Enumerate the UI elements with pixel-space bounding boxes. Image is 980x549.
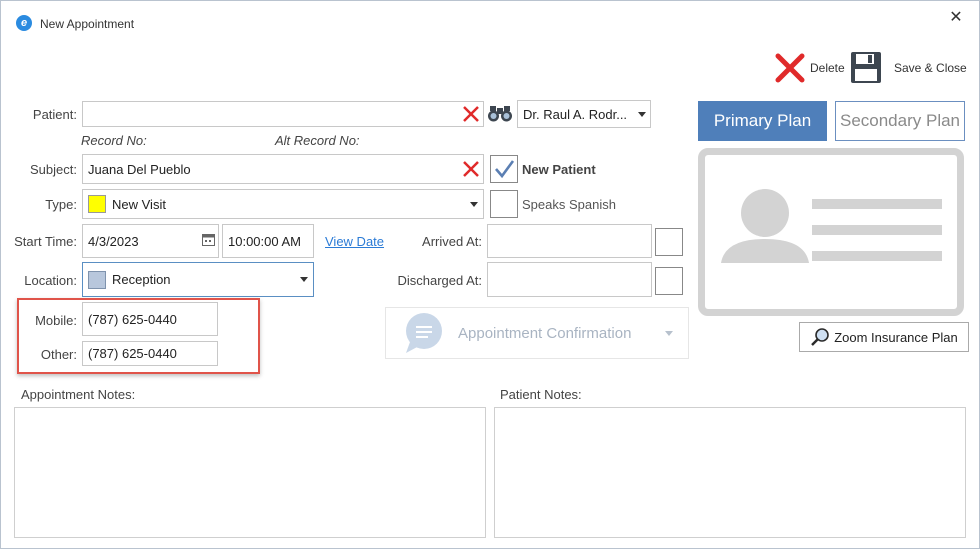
start-date-value: 4/3/2023 bbox=[88, 233, 139, 249]
confirmation-chevron-down-icon bbox=[665, 330, 674, 336]
location-value: Reception bbox=[112, 272, 171, 287]
save-close-button[interactable]: Save & Close bbox=[850, 51, 967, 84]
delete-button[interactable]: Delete bbox=[774, 52, 845, 84]
arrived-at-label: Arrived At: bbox=[422, 234, 482, 249]
discharged-at-label: Discharged At: bbox=[397, 273, 482, 288]
zoom-insurance-plan-button[interactable]: Zoom Insurance Plan bbox=[799, 322, 969, 352]
discharged-at-checkbox[interactable] bbox=[655, 267, 683, 295]
floppy-disk-icon bbox=[851, 52, 881, 83]
start-time-input[interactable]: 10:00:00 AM bbox=[222, 224, 314, 258]
checkmark-icon bbox=[495, 160, 515, 179]
location-label: Location: bbox=[24, 273, 77, 288]
location-color-swatch bbox=[88, 270, 106, 289]
delete-label: Delete bbox=[810, 61, 845, 75]
type-chevron-down-icon bbox=[470, 202, 478, 207]
clear-subject-icon[interactable] bbox=[461, 159, 481, 179]
appointment-notes-textarea[interactable] bbox=[14, 407, 486, 538]
alt-record-no-label: Alt Record No: bbox=[275, 133, 360, 148]
save-close-label: Save & Close bbox=[894, 60, 967, 75]
patient-input[interactable] bbox=[82, 101, 484, 127]
binoculars-icon[interactable] bbox=[487, 104, 513, 124]
appointment-confirmation-button[interactable]: Appointment Confirmation bbox=[385, 307, 689, 359]
subject-label: Subject: bbox=[30, 162, 77, 177]
secondary-plan-button[interactable]: Secondary Plan bbox=[835, 101, 965, 141]
insurance-card-placeholder bbox=[698, 148, 964, 316]
type-value: New Visit bbox=[112, 196, 166, 212]
doctor-select[interactable]: Dr. Raul A. Rodr... bbox=[517, 100, 651, 128]
zoom-insurance-plan-label: Zoom Insurance Plan bbox=[834, 329, 958, 345]
delete-x-icon bbox=[775, 53, 805, 83]
window-title: New Appointment bbox=[40, 17, 135, 31]
subject-input[interactable]: Juana Del Pueblo bbox=[82, 154, 484, 184]
location-chevron-down-icon bbox=[300, 277, 308, 282]
view-date-link[interactable]: View Date bbox=[325, 234, 384, 249]
arrived-at-input[interactable] bbox=[487, 224, 652, 258]
start-time-label: Start Time: bbox=[14, 234, 77, 249]
patient-notes-textarea[interactable] bbox=[494, 407, 966, 538]
location-select[interactable]: Reception bbox=[82, 262, 314, 297]
chat-bubble-icon bbox=[406, 313, 442, 353]
close-button[interactable]: ✕ bbox=[944, 8, 968, 28]
start-date-input[interactable]: 4/3/2023 bbox=[82, 224, 219, 258]
record-no-label: Record No: bbox=[81, 133, 147, 148]
other-label: Other: bbox=[40, 347, 77, 362]
arrived-at-checkbox[interactable] bbox=[655, 228, 683, 256]
new-patient-checkbox[interactable] bbox=[490, 155, 518, 183]
speaks-spanish-label: Speaks Spanish bbox=[522, 197, 616, 212]
new-patient-label: New Patient bbox=[522, 162, 596, 177]
magnifier-icon bbox=[811, 328, 830, 346]
patient-notes-label: Patient Notes: bbox=[500, 387, 582, 402]
primary-plan-button[interactable]: Primary Plan bbox=[698, 101, 827, 141]
mobile-label: Mobile: bbox=[35, 313, 77, 328]
other-phone-input[interactable]: (787) 625-0440 bbox=[82, 341, 218, 366]
type-select[interactable]: New Visit bbox=[82, 189, 484, 219]
appointment-confirmation-label: Appointment Confirmation bbox=[458, 324, 632, 342]
app-logo-icon: e bbox=[16, 15, 32, 31]
clear-patient-icon[interactable] bbox=[461, 104, 481, 124]
mobile-input[interactable]: (787) 625-0440 bbox=[82, 302, 218, 336]
calendar-icon[interactable] bbox=[202, 233, 215, 246]
patient-label: Patient: bbox=[32, 107, 77, 122]
discharged-at-input[interactable] bbox=[487, 262, 652, 297]
id-card-icon bbox=[721, 189, 942, 263]
type-color-swatch bbox=[88, 195, 106, 213]
doctor-chevron-down-icon bbox=[638, 112, 646, 117]
doctor-value: Dr. Raul A. Rodr... bbox=[523, 106, 628, 122]
speaks-spanish-checkbox[interactable] bbox=[490, 190, 518, 218]
appointment-notes-label: Appointment Notes: bbox=[21, 387, 136, 402]
type-label: Type: bbox=[45, 197, 77, 212]
